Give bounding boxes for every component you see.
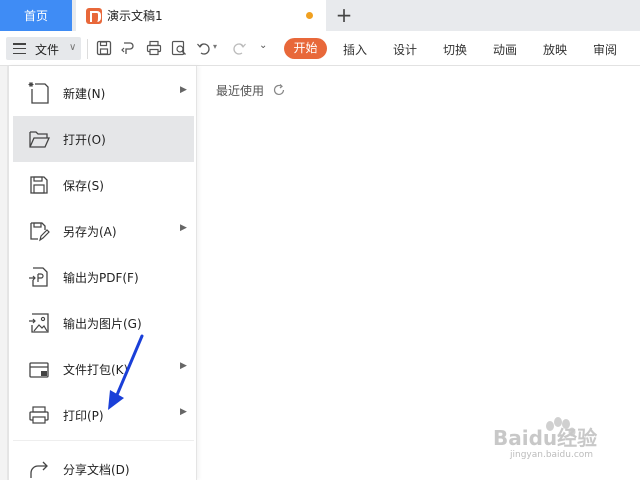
save-icon xyxy=(30,176,48,194)
tab-slideshow[interactable]: 放映 xyxy=(543,41,567,58)
watermark-url: jingyan.baidu.com xyxy=(510,450,594,460)
export-pdf-icon[interactable] xyxy=(121,40,137,56)
menu-item-label: 分享文档(D) xyxy=(63,463,130,477)
submenu-arrow-icon: ▶ xyxy=(180,407,187,417)
file-menu-dropdown: 新建(N) ▶ 打开(O) 保存(S) 另存为(A) ▶ 输出为PDF(F) 输… xyxy=(8,66,197,480)
tab-design[interactable]: 设计 xyxy=(393,41,417,58)
menu-divider xyxy=(13,440,194,441)
new-file-icon xyxy=(28,82,49,104)
tab-review[interactable]: 审阅 xyxy=(593,41,617,58)
hamburger-icon xyxy=(13,43,26,55)
save-as-icon xyxy=(30,222,50,242)
home-tab[interactable]: 首页 xyxy=(0,0,72,31)
refresh-icon[interactable] xyxy=(272,83,286,97)
toolbar-divider xyxy=(87,39,88,59)
export-image-icon xyxy=(29,313,49,333)
folder-open-icon xyxy=(29,131,50,148)
tab-start[interactable]: 开始 xyxy=(284,38,327,59)
undo-dropdown-icon[interactable]: ▾ xyxy=(213,42,217,51)
menu-item-label: 保存(S) xyxy=(63,179,104,193)
undo-icon[interactable] xyxy=(196,40,212,56)
printer-icon xyxy=(29,406,49,424)
menu-item-label: 新建(N) xyxy=(63,87,106,101)
printer-icon[interactable] xyxy=(146,40,162,56)
export-pdf-icon xyxy=(29,267,48,287)
menu-item-save-as[interactable]: 另存为(A) ▶ xyxy=(13,208,194,254)
menu-item-save[interactable]: 保存(S) xyxy=(13,162,194,208)
redo-icon[interactable] xyxy=(231,40,247,56)
presentation-logo-icon xyxy=(86,7,102,24)
file-menu-label: 文件 xyxy=(35,43,60,57)
menu-item-label: 输出为PDF(F) xyxy=(63,271,139,285)
ribbon-toolbar: 文件 ∨ ▾ ⌄ 开始 插入 设计 切换 动画 放映 审阅 xyxy=(0,31,640,66)
document-tab[interactable]: 演示文稿1 xyxy=(76,0,326,31)
print-preview-icon[interactable] xyxy=(171,40,187,56)
menu-item-share[interactable]: 分享文档(D) xyxy=(13,446,194,480)
menu-item-label: 打印(P) xyxy=(63,409,104,423)
tab-insert[interactable]: 插入 xyxy=(343,41,367,58)
quick-access-more-icon[interactable]: ⌄ xyxy=(259,40,267,51)
submenu-arrow-icon: ▶ xyxy=(180,223,187,233)
editor-background xyxy=(0,66,8,480)
share-icon xyxy=(30,461,48,478)
document-title: 演示文稿1 xyxy=(107,9,163,23)
unsaved-indicator-dot xyxy=(306,12,313,19)
submenu-arrow-icon: ▶ xyxy=(180,361,187,371)
watermark-text: Baidu经验 xyxy=(493,426,598,450)
menu-item-label: 另存为(A) xyxy=(63,225,117,239)
tab-transition[interactable]: 切换 xyxy=(443,41,467,58)
tab-animation[interactable]: 动画 xyxy=(493,41,517,58)
save-icon[interactable] xyxy=(96,40,112,56)
menu-item-export-pdf[interactable]: 输出为PDF(F) xyxy=(13,254,194,300)
menu-item-new[interactable]: 新建(N) ▶ xyxy=(13,70,194,116)
recent-files-title: 最近使用 xyxy=(216,84,265,98)
chevron-down-icon: ∨ xyxy=(69,42,77,53)
submenu-arrow-icon: ▶ xyxy=(180,85,187,95)
file-menu-button[interactable]: 文件 ∨ xyxy=(6,37,81,60)
menu-item-open[interactable]: 打开(O) xyxy=(13,116,194,162)
annotation-arrow xyxy=(108,334,144,410)
menu-item-label: 打开(O) xyxy=(63,133,106,147)
title-tab-bar: 首页 演示文稿1 + xyxy=(0,0,640,31)
new-tab-button[interactable]: + xyxy=(334,3,354,27)
package-icon xyxy=(29,362,49,378)
